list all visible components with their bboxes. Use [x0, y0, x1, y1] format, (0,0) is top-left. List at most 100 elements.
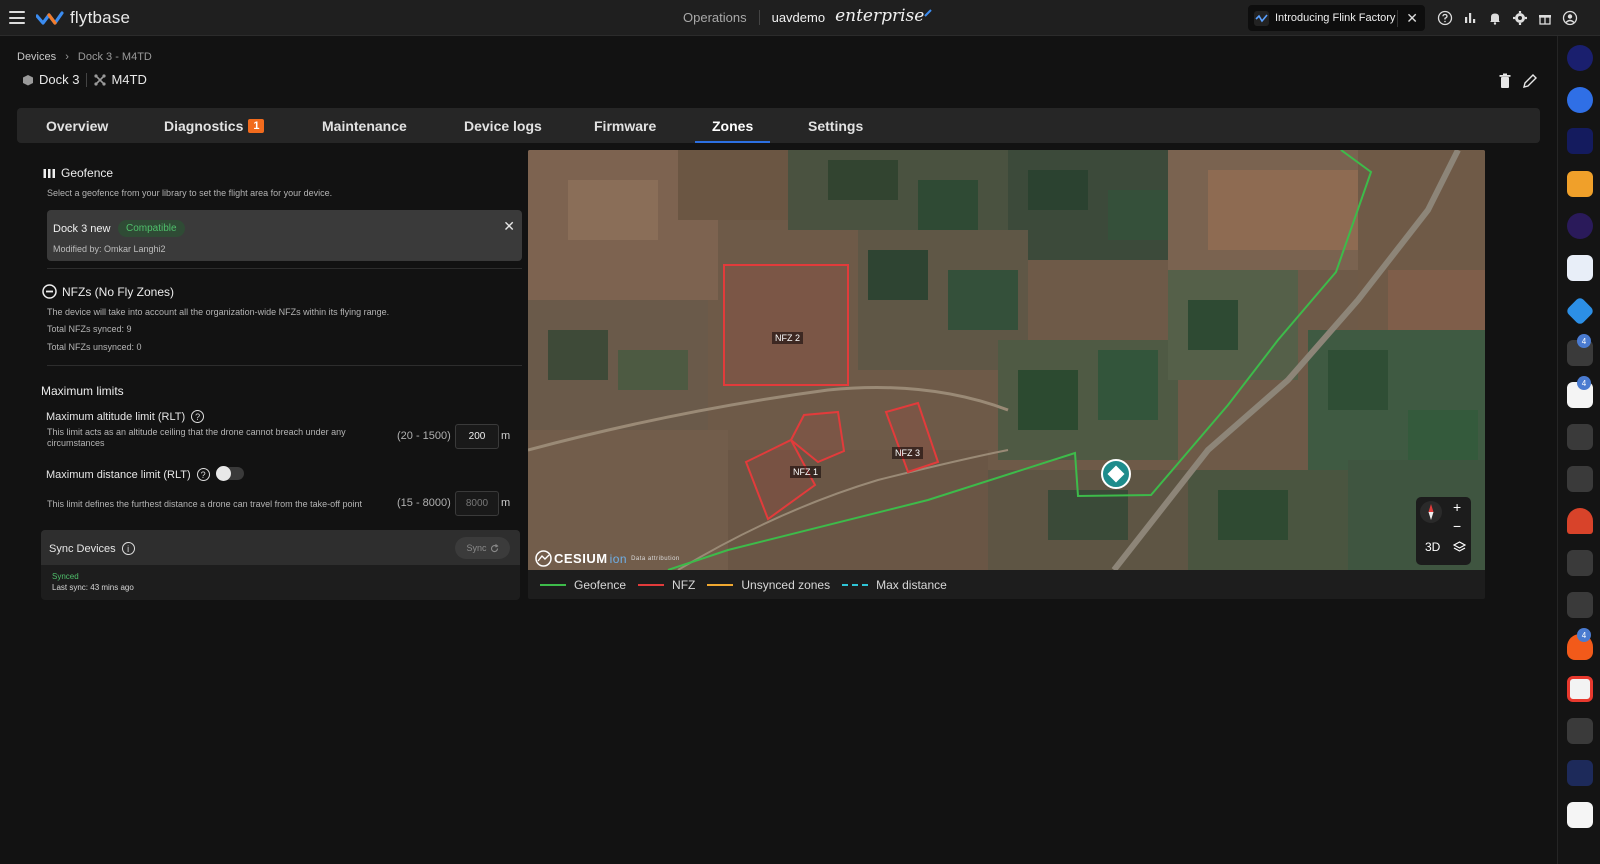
logo[interactable]: flytbase	[36, 8, 130, 28]
org-name[interactable]: uavdemo	[760, 10, 835, 25]
menu-icon[interactable]	[9, 11, 25, 24]
breadcrumb-devices[interactable]: Devices	[17, 51, 56, 63]
help-icon[interactable]: ?	[191, 410, 205, 423]
edit-icon[interactable]	[1522, 73, 1538, 89]
tab-firmware[interactable]: Firmware	[594, 108, 656, 143]
nfz-unsynced-count: Total NFZs unsynced: 0	[47, 342, 142, 352]
sync-status: Synced	[52, 572, 79, 581]
distance-limit-label: Maximum distance limit (RLT) ?	[46, 468, 210, 481]
genetec-icon[interactable]	[1567, 255, 1593, 281]
app-icon[interactable]	[1567, 213, 1593, 239]
geofence-icon	[43, 168, 55, 178]
camera-icon[interactable]	[1567, 676, 1593, 702]
section-divider	[47, 365, 522, 366]
map-panel: NFZ 2 NFZ 1 NFZ 3 CESIUM ion Data attrib…	[528, 150, 1485, 599]
info-icon[interactable]: i	[121, 542, 135, 555]
3d-mode-button[interactable]: 3D	[1425, 540, 1440, 554]
compass-icon[interactable]	[1420, 501, 1442, 523]
badge: 4	[1577, 376, 1591, 390]
sync-devices-panel: Sync Devices i Sync Synced Last sync: 43…	[41, 530, 520, 600]
app-icon[interactable]	[1567, 45, 1593, 71]
announcement-banner[interactable]: Introducing Flink Factory ✕	[1248, 5, 1425, 31]
nfz-label[interactable]: NFZ 3	[892, 447, 924, 459]
zoom-in-button[interactable]: +	[1453, 499, 1461, 515]
app-icon[interactable]	[1567, 550, 1593, 576]
app-icon[interactable]	[1567, 802, 1593, 828]
app-icon[interactable]: 4	[1567, 334, 1593, 366]
legend-swatch	[540, 583, 566, 586]
app-icon[interactable]	[1567, 424, 1593, 450]
tab-zones[interactable]: Zones	[694, 108, 771, 143]
sync-title: Sync Devices	[49, 542, 116, 555]
no-fly-icon	[42, 284, 57, 299]
legend-label: Unsynced zones	[741, 577, 831, 592]
tab-diagnostics[interactable]: Diagnostics 1	[164, 108, 265, 143]
cesium-ion-text: ion	[609, 551, 628, 566]
satellite-map[interactable]: NFZ 2 NFZ 1 NFZ 3 CESIUM ion Data attrib…	[528, 150, 1485, 570]
gift-icon[interactable]	[1537, 10, 1553, 26]
trash-icon[interactable]	[1498, 73, 1512, 89]
help-icon[interactable]	[1437, 10, 1453, 26]
cesium-logo-text: CESIUM	[554, 551, 608, 566]
tab-overview[interactable]: Overview	[46, 108, 108, 143]
gear-icon[interactable]	[1512, 10, 1528, 26]
device-title: Dock 3 M4TD	[22, 72, 147, 87]
legend-unsynced: Unsynced zones	[707, 578, 830, 592]
sync-button-label: Sync	[466, 543, 487, 553]
app-icon[interactable]	[1567, 171, 1593, 197]
account-icon[interactable]	[1562, 10, 1578, 26]
analytics-icon[interactable]	[1462, 10, 1478, 26]
help-icon[interactable]: ?	[196, 468, 210, 481]
tab-maintenance[interactable]: Maintenance	[322, 108, 407, 143]
siren-icon[interactable]	[1567, 508, 1593, 534]
section-divider	[47, 268, 522, 269]
app-icon[interactable]	[1567, 466, 1593, 492]
operations-link[interactable]: Operations	[683, 10, 760, 25]
tab-device-logs[interactable]: Device logs	[464, 108, 542, 143]
nfz-label[interactable]: NFZ 1	[790, 466, 822, 478]
map-canvas[interactable]	[528, 150, 1485, 570]
altitude-unit: m	[501, 430, 511, 442]
app-icon[interactable]	[1567, 592, 1593, 618]
badge: 4	[1577, 628, 1591, 642]
max-limits-title: Maximum limits	[41, 384, 124, 398]
drone-icon	[94, 73, 107, 86]
selected-geofence-card[interactable]: Dock 3 new Compatible Modified by: Omkar…	[47, 210, 522, 261]
remove-geofence-icon[interactable]: ✕	[503, 218, 515, 235]
tab-label: Settings	[808, 117, 864, 134]
app-icon[interactable]	[1567, 718, 1593, 744]
altitude-limit-input[interactable]: 200	[455, 424, 499, 449]
modified-by: Modified by: Omkar Langhi2	[53, 244, 166, 254]
distance-limit-description: This limit defines the furthest distance…	[47, 499, 362, 509]
toggle-knob	[216, 466, 231, 481]
bell-icon[interactable]	[1487, 10, 1503, 26]
close-icon[interactable]: ✕	[1397, 9, 1418, 27]
alarm-icon[interactable]: 4	[1567, 376, 1593, 408]
app-icon[interactable]	[1567, 128, 1593, 154]
nfz-description: The device will take into account all th…	[47, 307, 390, 317]
tab-bar: Overview Diagnostics 1 Maintenance Device…	[17, 108, 1540, 143]
org-switcher: Operations uavdemo enterprise	[683, 6, 933, 26]
geofence-title: Geofence	[61, 166, 114, 180]
legend-nfz: NFZ	[638, 578, 695, 592]
distance-limit-input[interactable]: 8000	[455, 491, 499, 516]
app-icon[interactable]	[1567, 760, 1593, 786]
cesium-attribution[interactable]: CESIUM ion Data attribution	[535, 550, 680, 567]
map-controls: + − 3D	[1416, 497, 1471, 565]
fire-icon[interactable]: 4	[1567, 628, 1593, 660]
device-actions	[1498, 73, 1538, 89]
sync-button[interactable]: Sync	[455, 537, 510, 559]
layers-icon[interactable]	[1453, 541, 1466, 553]
zoom-out-button[interactable]: −	[1453, 518, 1461, 534]
altitude-limit-title: Maximum altitude limit (RLT)	[46, 410, 186, 423]
tab-settings[interactable]: Settings	[808, 108, 863, 143]
nfz-label[interactable]: NFZ 2	[772, 332, 804, 344]
announcement-text[interactable]: Introducing Flink Factory	[1275, 12, 1395, 24]
dock-name: Dock 3	[39, 72, 80, 87]
breadcrumb: Devices › Dock 3 - M4TD	[17, 51, 152, 63]
app-icon[interactable]	[1565, 296, 1595, 326]
legend-max-distance: Max distance	[842, 578, 947, 592]
app-icon[interactable]	[1567, 87, 1593, 113]
distance-limit-toggle[interactable]	[216, 466, 244, 481]
data-attribution-link[interactable]: Data attribution	[631, 556, 680, 562]
